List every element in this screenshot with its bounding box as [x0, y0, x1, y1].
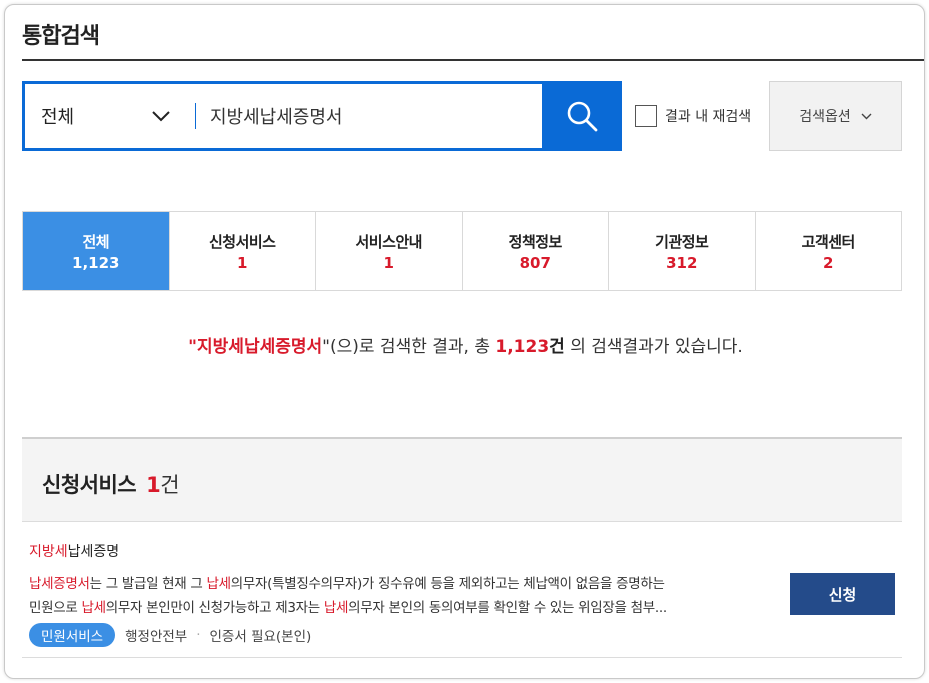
section-count-unit: 건 [160, 473, 180, 497]
tab-policy-info[interactable]: 정책정보 807 [463, 212, 609, 290]
page-title: 통합검색 [22, 24, 100, 49]
tab-label: 고객센터 [801, 232, 856, 251]
meta-separator: · [196, 627, 201, 643]
summary-close-quote: " [322, 337, 330, 357]
research-within-results[interactable]: 결과 내 재검색 [635, 105, 751, 127]
search-page: 통합검색 전체 결과 내 재검색 검색옵션 전체 1,123 [4, 4, 925, 679]
category-badge: 민원서비스 [29, 623, 116, 647]
tab-label: 신청서비스 [208, 232, 276, 251]
summary-text: (으)로 검색한 결과, 총 [329, 337, 496, 357]
desc-text: 납세 [323, 600, 349, 616]
search-options-label: 검색옵션 [799, 109, 851, 125]
desc-text: 는 그 발급일 현재 그 [89, 576, 207, 592]
section-header: 신청서비스 1건 [22, 437, 902, 522]
tab-count: 1 [237, 253, 248, 272]
section-title-label: 신청서비스 [42, 473, 137, 497]
search-icon [567, 101, 598, 132]
tab-label: 정책정보 [508, 232, 563, 251]
section-title: 신청서비스 1건 [42, 469, 180, 499]
result-title-link[interactable]: 지방세납세증명 [29, 541, 119, 561]
desc-text: 납세 [81, 600, 106, 616]
summary-total: 1,123 [495, 337, 550, 357]
summary-text-end: 의 검색결과가 있습니다. [564, 337, 743, 357]
search-bar: 전체 [22, 81, 622, 151]
tab-count: 807 [519, 253, 551, 272]
tab-customer-center[interactable]: 고객센터 2 [756, 212, 902, 290]
research-label: 결과 내 재검색 [665, 109, 752, 125]
research-checkbox[interactable] [635, 105, 657, 127]
desc-text: 납세 [206, 576, 232, 592]
result-description-line: 납세증명서는 그 발급일 현재 그 납세의무자(특별징수의무자)가 징수유예 등… [29, 572, 769, 596]
tab-all[interactable]: 전체 1,123 [23, 212, 170, 290]
tab-count: 1 [383, 253, 394, 272]
requirement-text: 인증서 필요(본인) [209, 629, 312, 645]
result-title-rest: 납세증명 [67, 544, 120, 560]
result-item: 지방세납세증명 납세증명서는 그 발급일 현재 그 납세의무자(특별징수의무자)… [22, 523, 902, 658]
tab-label: 기관정보 [655, 232, 709, 251]
section-count: 1 [146, 473, 161, 497]
result-description-line: 민원으로 납세의무자 본인만이 신청가능하고 제3자는 납세의무자 본인의 동의… [29, 596, 769, 620]
desc-text: 의무자 본인의 동의여부를 확인할 수 있는 위임장을 첨부... [348, 600, 667, 616]
tab-service-guide[interactable]: 서비스안내 1 [316, 212, 463, 290]
desc-text: 의무자(특별징수의무자)가 징수유예 등을 제외하고는 체납액이 없음을 증명하… [230, 576, 665, 592]
tab-count: 312 [666, 253, 698, 272]
result-summary: "지방세납세증명서"(으)로 검색한 결과, 총 1,123건 의 검색결과가 … [5, 332, 924, 357]
summary-keyword: 지방세납세증명서 [197, 337, 323, 357]
tab-agency-info[interactable]: 기관정보 312 [609, 212, 756, 290]
scope-select-label: 전체 [41, 107, 75, 128]
apply-button[interactable]: 신청 [790, 573, 895, 615]
summary-open-quote: " [188, 337, 198, 357]
summary-unit: 건 [549, 337, 565, 357]
category-tabs: 전체 1,123 신청서비스 1 서비스안내 1 정책정보 807 기관정보 3… [22, 211, 902, 291]
result-meta: 민원서비스 행정안전부 · 인증서 필요(본인) [29, 623, 311, 647]
search-button[interactable] [542, 81, 622, 151]
result-title-highlight: 지방세 [29, 544, 68, 560]
scope-select[interactable]: 전체 [25, 84, 195, 148]
agency-name: 행정안전부 [125, 629, 188, 645]
desc-text: 민원으로 [29, 600, 82, 616]
tab-application-service[interactable]: 신청서비스 1 [170, 212, 316, 290]
tab-count: 2 [823, 253, 834, 272]
search-input[interactable] [196, 84, 542, 148]
search-options-button[interactable]: 검색옵션 [769, 81, 902, 151]
tab-label: 전체 [82, 232, 110, 251]
title-divider [22, 59, 924, 61]
desc-text: 의무자 본인만이 신청가능하고 제3자는 [105, 600, 324, 616]
desc-text: 납세증명서 [29, 576, 90, 592]
chevron-down-icon [861, 113, 872, 119]
result-description: 납세증명서는 그 발급일 현재 그 납세의무자(특별징수의무자)가 징수유예 등… [29, 572, 769, 620]
chevron-down-icon [152, 111, 170, 122]
tab-count: 1,123 [72, 253, 120, 272]
tab-label: 서비스안내 [355, 232, 422, 251]
